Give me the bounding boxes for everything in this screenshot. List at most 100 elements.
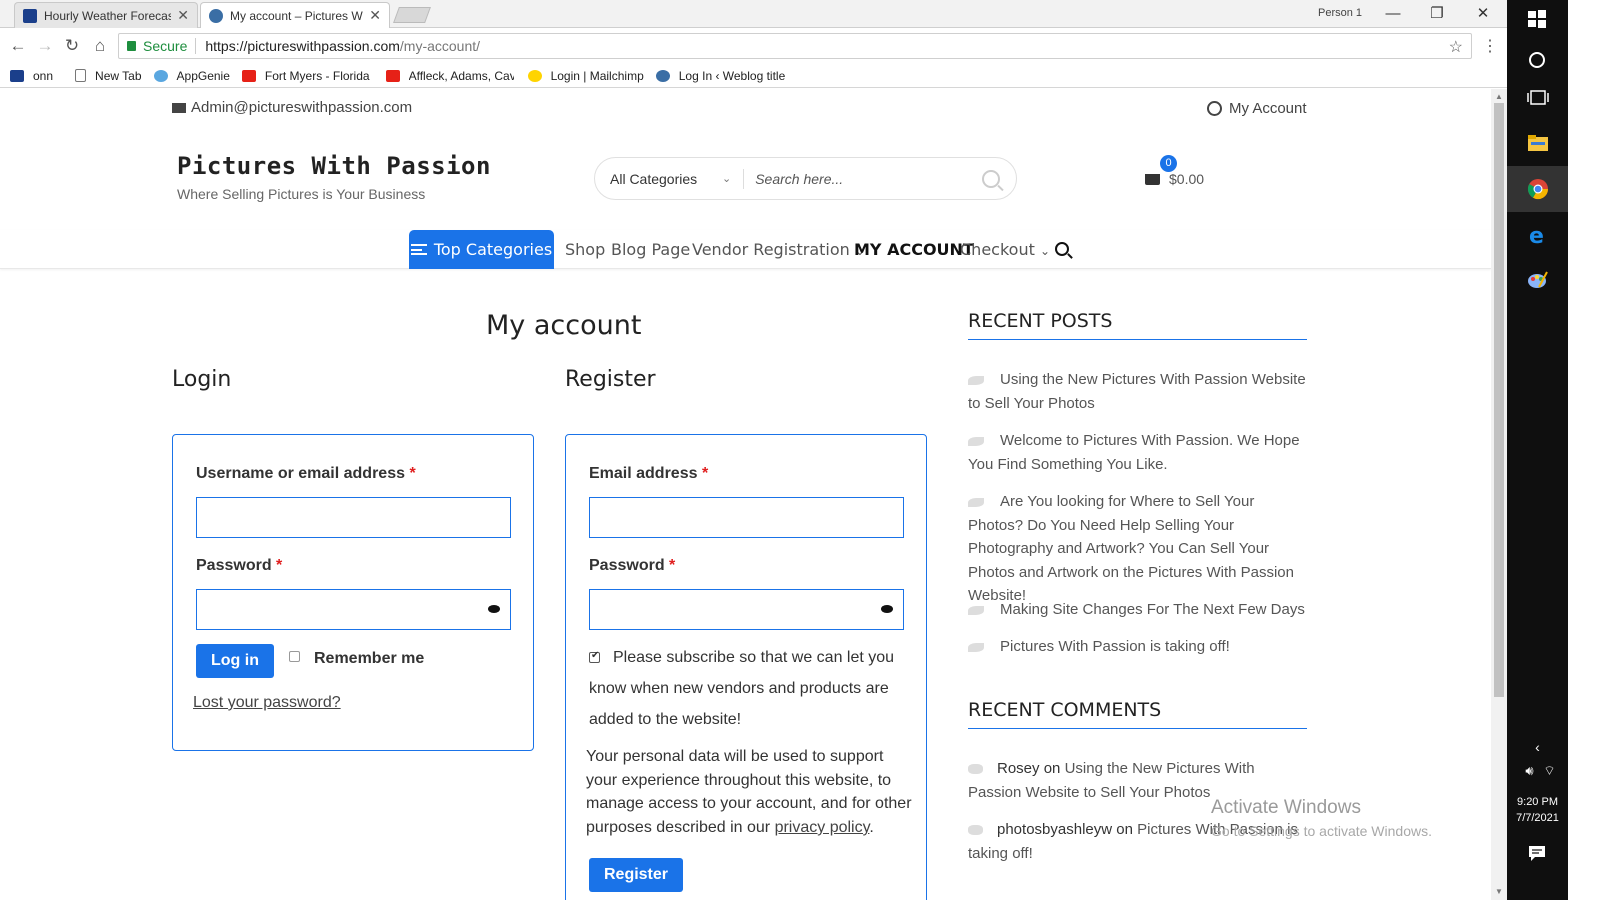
admin-email[interactable]: Admin@pictureswithpassion.com bbox=[172, 99, 412, 116]
restore-icon[interactable]: ❐ bbox=[1422, 4, 1452, 24]
minimize-icon[interactable]: — bbox=[1378, 4, 1408, 24]
username-label: Username or email address * bbox=[196, 465, 416, 482]
remember-me-checkbox[interactable] bbox=[289, 651, 300, 662]
scroll-down-icon[interactable]: ▼ bbox=[1495, 887, 1503, 896]
nav-vendor-registration[interactable]: Vendor Registration ⌄ bbox=[692, 240, 865, 259]
tab-weather[interactable]: Hourly Weather Forecast ✕ bbox=[14, 2, 198, 28]
recent-post-item[interactable]: Are You looking for Where to Sell Your P… bbox=[968, 490, 1308, 608]
browser-menu-icon[interactable]: ⋮ bbox=[1482, 36, 1498, 56]
email-input[interactable] bbox=[589, 497, 904, 538]
chrome-icon[interactable] bbox=[1527, 178, 1549, 200]
nav-search-icon[interactable] bbox=[1055, 242, 1069, 256]
chevron-down-icon[interactable]: ⌄ bbox=[722, 172, 731, 185]
close-tab-icon[interactable]: ✕ bbox=[369, 7, 381, 24]
eye-icon[interactable] bbox=[488, 605, 500, 613]
action-center-icon[interactable] bbox=[1527, 843, 1549, 865]
paint-icon[interactable] bbox=[1527, 269, 1549, 291]
privacy-text-line2: your experience throughout this website,… bbox=[586, 772, 892, 789]
close-tab-icon[interactable]: ✕ bbox=[177, 7, 189, 24]
clock-date[interactable]: 7/7/2021 bbox=[1507, 812, 1568, 824]
bookmark-appgenie[interactable]: AppGenie bbox=[153, 69, 230, 83]
profile-name[interactable]: Person 1 bbox=[1318, 7, 1362, 19]
bookmark-weblog[interactable]: Log In ‹ Weblog title bbox=[655, 69, 785, 83]
page-title: My account bbox=[486, 310, 642, 341]
task-view-icon[interactable] bbox=[1527, 88, 1549, 110]
back-arrow-icon[interactable]: ← bbox=[8, 36, 28, 56]
recent-posts-heading: RECENT POSTS bbox=[968, 310, 1307, 340]
clock-time[interactable]: 9:20 PM bbox=[1507, 796, 1568, 808]
recent-comments-heading: RECENT COMMENTS bbox=[968, 699, 1307, 729]
address-bar[interactable]: Secure https://pictureswithpassion.com/m… bbox=[118, 33, 1472, 59]
login-form: Username or email address * Password * L… bbox=[172, 434, 534, 751]
leaf-icon bbox=[968, 436, 984, 446]
recent-post-item[interactable]: Using the New Pictures With Passion Webs… bbox=[968, 368, 1308, 415]
search-divider bbox=[743, 168, 745, 189]
network-icon[interactable]: ⌔ bbox=[1519, 763, 1580, 779]
scroll-thumb[interactable] bbox=[1494, 103, 1504, 697]
youtube-icon bbox=[385, 69, 400, 82]
leaf-icon bbox=[968, 642, 984, 652]
leaf-icon bbox=[968, 605, 984, 615]
site-tagline: Where Selling Pictures is Your Business bbox=[177, 186, 426, 202]
url-text[interactable]: https://pictureswithpassion.com/my-accou… bbox=[205, 38, 480, 54]
windows-start-icon[interactable] bbox=[1527, 9, 1549, 31]
privacy-text-line1: Your personal data will be used to suppo… bbox=[586, 748, 884, 765]
nav-checkout[interactable]: Checkout ⌄ bbox=[960, 240, 1050, 259]
comment-icon bbox=[968, 825, 983, 836]
search-icon[interactable] bbox=[982, 169, 1000, 188]
nav-blog-page[interactable]: Blog Page bbox=[611, 240, 690, 259]
tab-my-account[interactable]: My account – Pictures W ✕ bbox=[200, 2, 390, 28]
bookmark-onn[interactable]: onn bbox=[10, 69, 53, 83]
comment-icon bbox=[968, 764, 983, 775]
close-window-icon[interactable]: ✕ bbox=[1468, 4, 1498, 24]
username-input[interactable] bbox=[196, 497, 511, 538]
onn-icon bbox=[10, 69, 24, 82]
password-label: Password * bbox=[196, 557, 283, 574]
show-hidden-icons-icon[interactable]: ‹ bbox=[1507, 739, 1568, 755]
scroll-up-icon[interactable]: ▲ bbox=[1495, 92, 1503, 101]
remember-me-label[interactable]: Remember me bbox=[314, 650, 424, 668]
home-icon[interactable]: ⌂ bbox=[90, 36, 110, 56]
new-tab-button[interactable] bbox=[393, 7, 431, 23]
wordpress-favicon-icon bbox=[209, 8, 223, 23]
wordpress-icon bbox=[655, 69, 670, 82]
recent-post-item[interactable]: Making Site Changes For The Next Few Day… bbox=[968, 598, 1308, 622]
subscribe-checkbox[interactable] bbox=[589, 650, 600, 663]
forward-arrow-icon[interactable]: → bbox=[35, 36, 55, 56]
cortana-icon[interactable] bbox=[1527, 50, 1549, 72]
login-button[interactable]: Log in bbox=[196, 644, 274, 678]
reload-icon[interactable]: ↻ bbox=[62, 36, 82, 56]
browser-toolbar: ← → ↻ ⌂ Secure https://pictureswithpassi… bbox=[0, 28, 1507, 64]
edge-icon[interactable]: e bbox=[1527, 224, 1549, 249]
recent-post-item[interactable]: Pictures With Passion is taking off! bbox=[968, 635, 1308, 659]
password-input[interactable] bbox=[196, 589, 511, 630]
register-password-input[interactable] bbox=[589, 589, 904, 630]
bookmark-new-tab[interactable]: New Tab bbox=[75, 69, 142, 83]
mailchimp-icon bbox=[527, 69, 542, 82]
site-title[interactable]: Pictures With Passion bbox=[177, 152, 491, 180]
web-page: Admin@pictureswithpassion.com My Account… bbox=[0, 89, 1491, 900]
my-account-link[interactable]: My Account bbox=[1207, 100, 1307, 117]
bookmark-mailchimp[interactable]: Login | Mailchimp bbox=[527, 69, 644, 83]
nav-my-account[interactable]: MY ACCOUNT bbox=[854, 240, 974, 259]
youtube-icon bbox=[241, 69, 256, 82]
bookmark-star-icon[interactable]: ☆ bbox=[1449, 37, 1463, 57]
search-input[interactable]: Search here... bbox=[755, 171, 982, 187]
envelope-icon bbox=[172, 102, 186, 113]
cart-link[interactable]: $0.00 bbox=[1145, 171, 1204, 187]
category-select[interactable]: All Categories bbox=[610, 171, 720, 187]
top-categories-button[interactable]: Top Categories bbox=[409, 230, 554, 269]
bookmark-affleck[interactable]: Affleck, Adams, Cavi bbox=[385, 69, 514, 83]
register-password-label: Password * bbox=[589, 557, 676, 574]
nav-shop[interactable]: Shop bbox=[565, 240, 605, 259]
email-label: Email address * bbox=[589, 465, 709, 482]
bookmark-fort-myers[interactable]: Fort Myers - Florida bbox=[241, 69, 370, 83]
lost-password-link[interactable]: Lost your password? bbox=[193, 687, 341, 718]
activate-windows-subtitle: Go to Settings to activate Windows. bbox=[1211, 823, 1432, 839]
recent-post-item[interactable]: Welcome to Pictures With Passion. We Hop… bbox=[968, 429, 1308, 476]
eye-icon[interactable] bbox=[881, 605, 893, 613]
file-explorer-icon[interactable] bbox=[1527, 133, 1549, 155]
register-button[interactable]: Register bbox=[589, 858, 683, 892]
privacy-policy-link[interactable]: privacy policy bbox=[775, 819, 870, 836]
secure-label: Secure bbox=[143, 38, 197, 54]
